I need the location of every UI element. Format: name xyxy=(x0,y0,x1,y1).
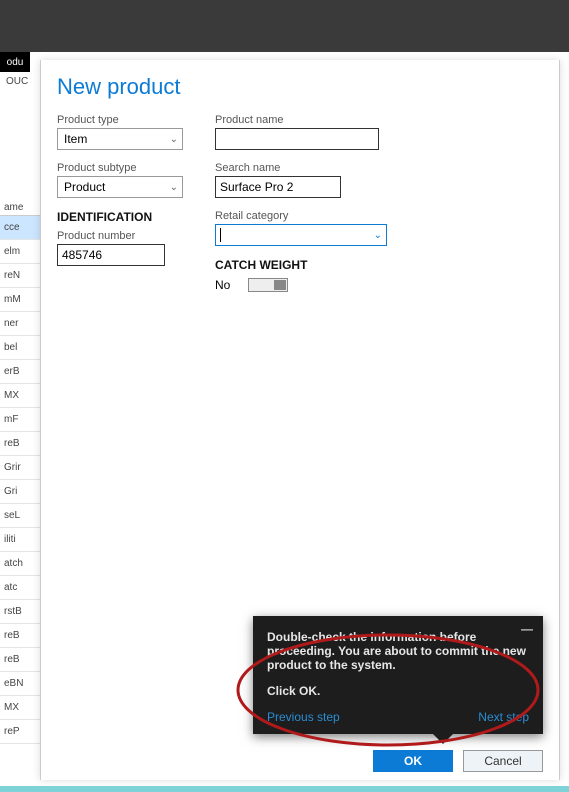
breadcrumb-fragment: OUC xyxy=(6,76,28,87)
product-type-select[interactable]: Item ⌄ xyxy=(57,128,183,150)
cancel-button[interactable]: Cancel xyxy=(463,750,543,772)
tooltip-arrow-icon xyxy=(433,734,453,744)
product-type-value: Item xyxy=(64,132,87,146)
list-column-header: ame xyxy=(0,200,40,216)
catch-weight-value: No xyxy=(215,278,230,292)
dialog-title: New product xyxy=(57,74,543,100)
catch-weight-heading: CATCH WEIGHT xyxy=(215,258,415,272)
search-name-input[interactable] xyxy=(215,176,341,198)
list-item[interactable]: ner xyxy=(0,312,40,336)
guidance-tooltip: — Double-check the information before pr… xyxy=(253,616,543,734)
list-item[interactable]: MX xyxy=(0,696,40,720)
chevron-down-icon: ⌄ xyxy=(170,182,178,193)
list-item[interactable]: Grir xyxy=(0,456,40,480)
product-subtype-select[interactable]: Product ⌄ xyxy=(57,176,183,198)
product-number-input[interactable] xyxy=(57,244,165,266)
list-item[interactable]: reB xyxy=(0,624,40,648)
list-item[interactable]: bel xyxy=(0,336,40,360)
new-product-dialog: New product Product type Item ⌄ Product … xyxy=(40,60,560,780)
list-item[interactable]: reB xyxy=(0,648,40,672)
text-cursor xyxy=(220,228,221,242)
product-number-label: Product number xyxy=(57,230,197,242)
tooltip-message-2: Click OK. xyxy=(267,684,529,698)
list-item[interactable]: cce xyxy=(0,216,40,240)
retail-category-label: Retail category xyxy=(215,210,415,222)
product-subtype-value: Product xyxy=(64,180,105,194)
search-name-label: Search name xyxy=(215,162,415,174)
list-item[interactable]: atc xyxy=(0,576,40,600)
list-item[interactable]: mM xyxy=(0,288,40,312)
background-list-column: ame cceelmreNmMnerbelerBMXmFreBGrirGrise… xyxy=(0,200,40,744)
product-subtype-label: Product subtype xyxy=(57,162,197,174)
list-item[interactable]: reB xyxy=(0,432,40,456)
minimize-icon[interactable]: — xyxy=(521,622,533,636)
app-root: odu OUC ame cceelmreNmMnerbelerBMXmFreBG… xyxy=(0,0,569,792)
list-item[interactable]: elm xyxy=(0,240,40,264)
chevron-down-icon: ⌄ xyxy=(374,230,382,241)
tooltip-message-1: Double-check the information before proc… xyxy=(267,630,529,672)
product-type-label: Product type xyxy=(57,114,197,126)
list-item[interactable]: MX xyxy=(0,384,40,408)
list-item[interactable]: reP xyxy=(0,720,40,744)
ok-button[interactable]: OK xyxy=(373,750,453,772)
retail-category-select[interactable]: ⌄ xyxy=(215,224,387,246)
catch-weight-toggle[interactable] xyxy=(248,278,288,292)
list-item[interactable]: erB xyxy=(0,360,40,384)
list-item[interactable]: seL xyxy=(0,504,40,528)
list-item[interactable]: atch xyxy=(0,552,40,576)
bottom-accent-bar xyxy=(0,786,569,792)
title-bar xyxy=(0,0,569,52)
background-tab-fragment: odu xyxy=(0,52,30,72)
list-item[interactable]: rstB xyxy=(0,600,40,624)
next-step-link[interactable]: Next step xyxy=(478,710,529,724)
previous-step-link[interactable]: Previous step xyxy=(267,710,340,724)
product-name-label: Product name xyxy=(215,114,415,126)
identification-heading: IDENTIFICATION xyxy=(57,210,197,224)
list-item[interactable]: eBN xyxy=(0,672,40,696)
list-item[interactable]: Gri xyxy=(0,480,40,504)
chevron-down-icon: ⌄ xyxy=(170,134,178,145)
product-name-input[interactable] xyxy=(215,128,379,150)
list-item[interactable]: reN xyxy=(0,264,40,288)
list-item[interactable]: mF xyxy=(0,408,40,432)
list-item[interactable]: iliti xyxy=(0,528,40,552)
